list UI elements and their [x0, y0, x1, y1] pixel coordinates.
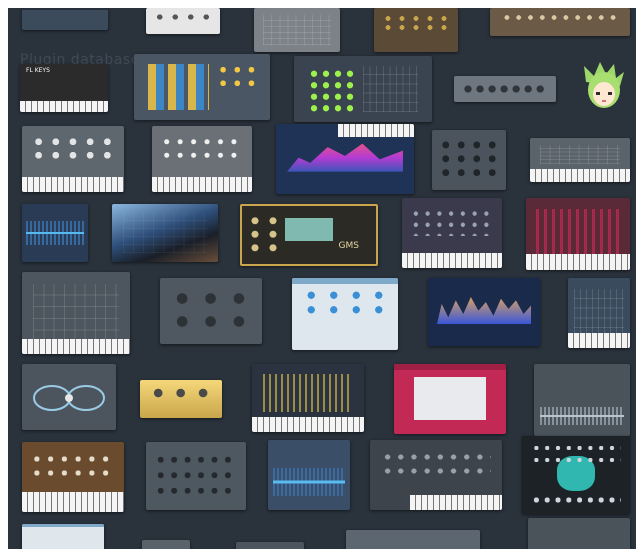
plugin-thumbnail[interactable] — [568, 278, 630, 348]
plugin-thumbnail[interactable] — [146, 8, 220, 34]
plugin-thumbnail[interactable] — [22, 272, 130, 354]
mascot-character-image — [584, 62, 624, 108]
plugin-thumbnail[interactable] — [432, 130, 506, 190]
plugin-thumbnail[interactable] — [22, 442, 124, 512]
plugin-thumbnail[interactable] — [402, 198, 502, 268]
plugin-thumbnail[interactable] — [526, 198, 630, 270]
plugin-thumbnail[interactable] — [254, 8, 340, 52]
plugin-thumbnail[interactable]: GMS — [240, 204, 378, 266]
plugin-thumbnail[interactable] — [292, 278, 398, 350]
plugin-thumbnail[interactable] — [268, 440, 350, 510]
plugin-thumbnail[interactable] — [22, 204, 88, 262]
plugin-thumbnail[interactable] — [454, 76, 556, 102]
plugin-thumbnail[interactable] — [22, 524, 104, 549]
plugin-thumbnail[interactable] — [530, 138, 630, 182]
plugin-thumbnail[interactable] — [22, 126, 124, 192]
plugin-label: FL KEYS — [26, 67, 50, 74]
routing-diagram-icon — [33, 385, 105, 411]
plugin-thumbnail[interactable] — [522, 436, 630, 514]
plugin-thumbnail[interactable] — [252, 364, 364, 432]
plugin-thumbnail[interactable] — [370, 440, 502, 510]
plugin-thumbnail[interactable] — [534, 364, 630, 436]
plugin-database-backdrop: Plugin database FL KEYS GMS — [8, 8, 636, 549]
plugin-thumbnail[interactable] — [22, 364, 116, 430]
plugin-thumbnail[interactable] — [374, 8, 458, 52]
plugin-thumbnail[interactable] — [236, 542, 304, 549]
plugin-thumbnail[interactable]: FL KEYS — [20, 64, 108, 112]
plugin-thumbnail[interactable] — [160, 278, 262, 344]
plugin-thumbnail[interactable] — [490, 8, 630, 36]
plugin-thumbnail[interactable] — [528, 518, 630, 549]
plugin-thumbnail[interactable] — [146, 442, 246, 510]
plugin-thumbnail[interactable] — [22, 8, 108, 30]
plugin-thumbnail[interactable] — [394, 364, 506, 434]
plugin-thumbnail[interactable] — [140, 380, 222, 418]
plugin-thumbnail[interactable] — [294, 56, 432, 122]
plugin-thumbnail[interactable] — [134, 54, 270, 120]
plugin-thumbnail[interactable] — [112, 204, 218, 262]
plugin-thumbnail[interactable] — [142, 540, 190, 549]
plugin-thumbnail[interactable] — [152, 126, 252, 192]
plugin-thumbnail[interactable] — [346, 530, 480, 549]
plugin-label: GMS — [338, 240, 359, 251]
plugin-thumbnail[interactable] — [428, 278, 540, 346]
plugin-thumbnail[interactable] — [276, 124, 414, 194]
